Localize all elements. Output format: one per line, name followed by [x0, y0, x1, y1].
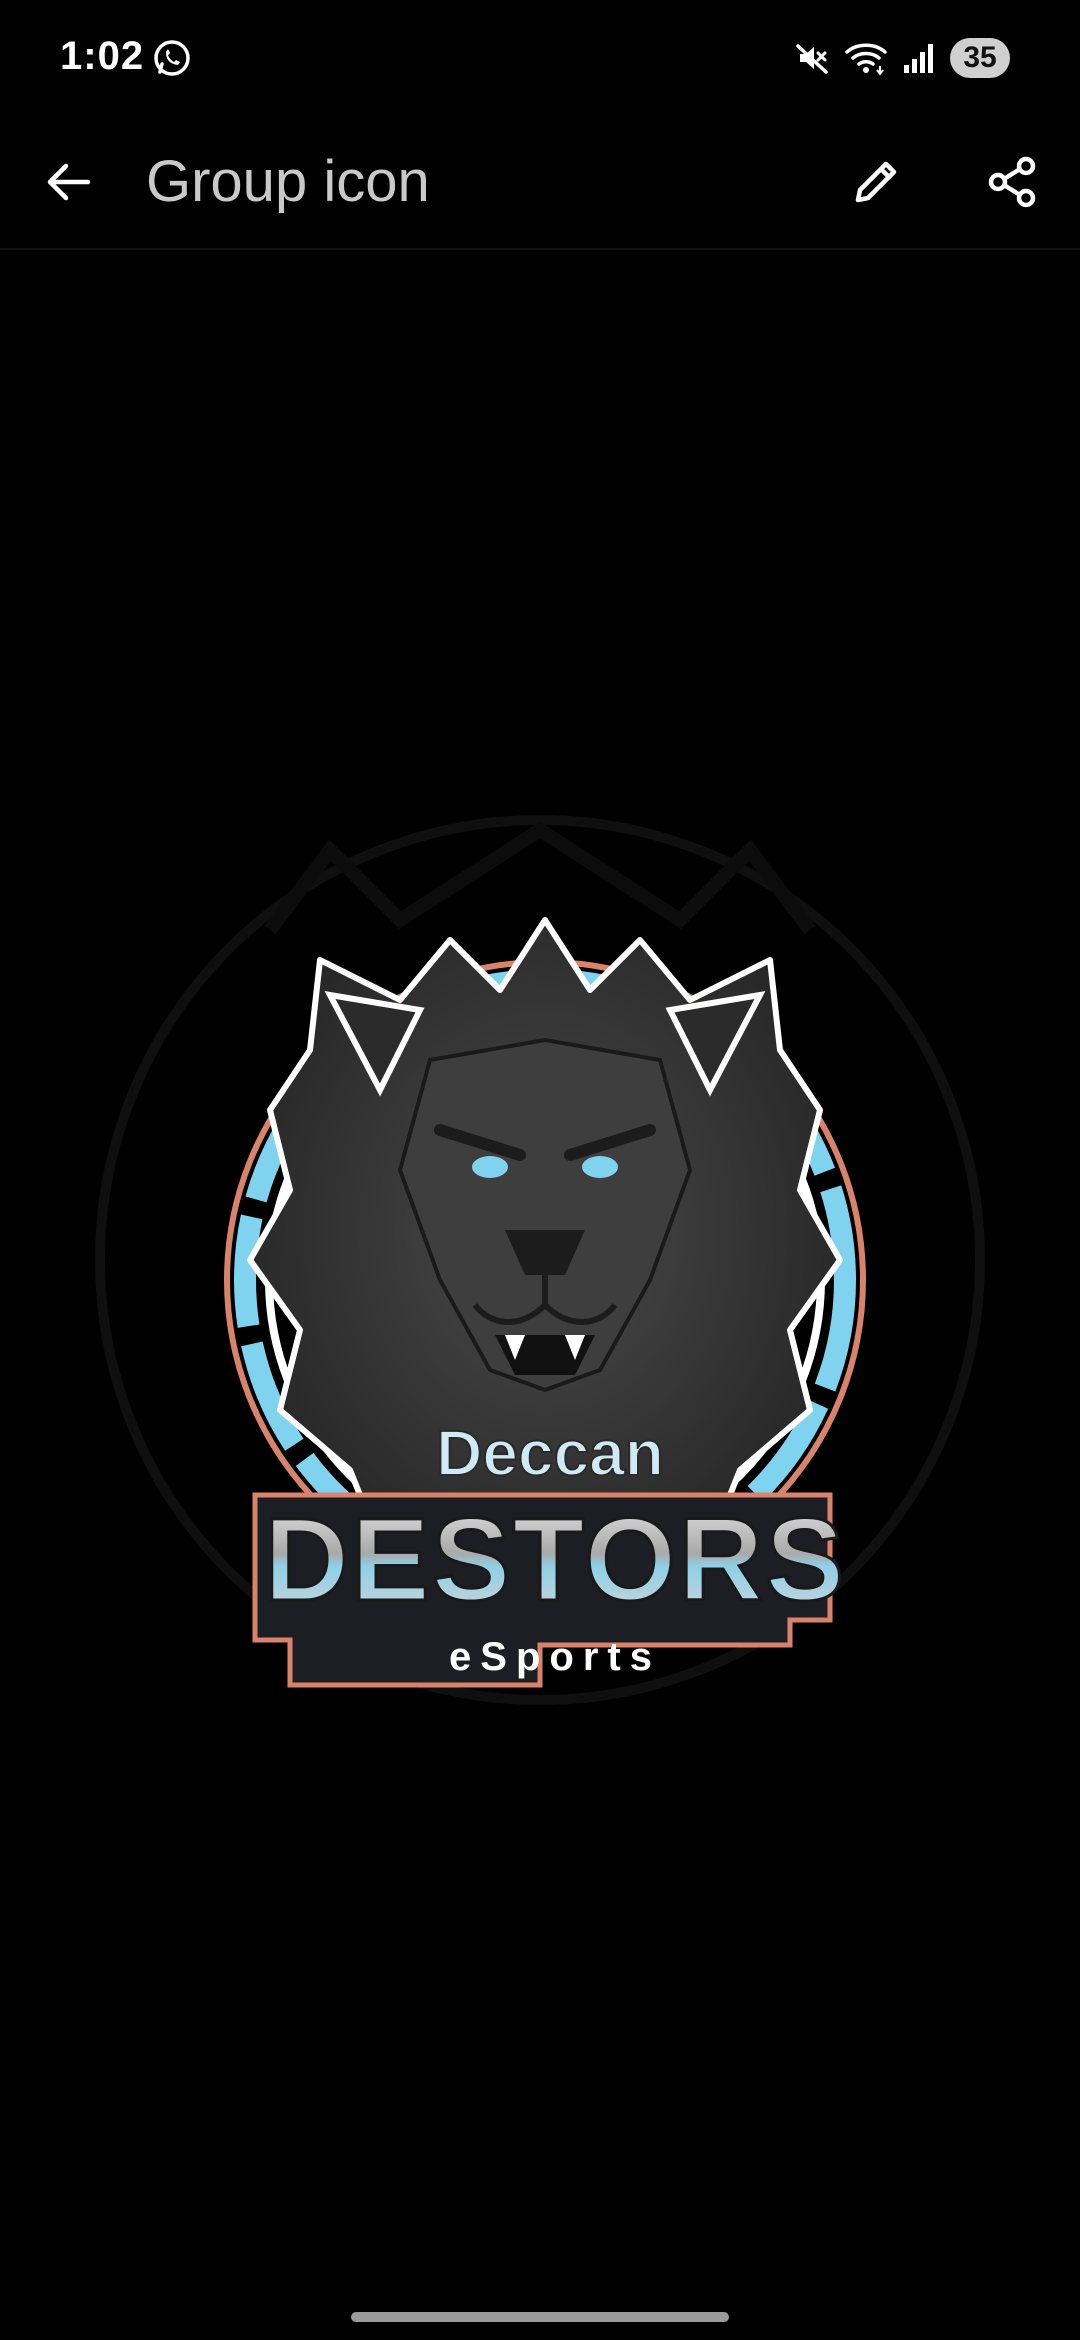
status-time: 1:02: [60, 34, 145, 78]
status-bar: 1:02 35: [0, 0, 1080, 118]
share-icon: [988, 156, 1036, 208]
wifi-icon: [845, 43, 887, 76]
status-icons: 35: [794, 36, 1010, 80]
battery-badge: 35: [950, 38, 1010, 78]
signal-icon: [904, 44, 933, 73]
pencil-icon: [855, 161, 897, 203]
home-indicator[interactable]: [351, 2312, 729, 2322]
whatsapp-icon: [154, 40, 190, 76]
logo-line-1: Deccan: [436, 1417, 664, 1489]
logo-line-3: eSports: [449, 1635, 661, 1679]
group-icon-image[interactable]: Deccan DESTORS eSports: [0, 810, 1080, 1890]
lion-eye-left: [472, 1156, 508, 1178]
page-title: Group icon: [146, 149, 430, 214]
image-viewer[interactable]: Deccan DESTORS eSports: [0, 250, 1080, 2290]
back-button[interactable]: [30, 144, 106, 220]
arrow-back-icon: [47, 163, 91, 201]
share-button[interactable]: [974, 144, 1050, 220]
app-bar: Group icon: [0, 118, 1080, 250]
lion-eye-right: [582, 1156, 618, 1178]
edit-button[interactable]: [838, 144, 914, 220]
mute-icon: [796, 44, 828, 74]
logo-line-2: DESTORS: [264, 1494, 846, 1626]
